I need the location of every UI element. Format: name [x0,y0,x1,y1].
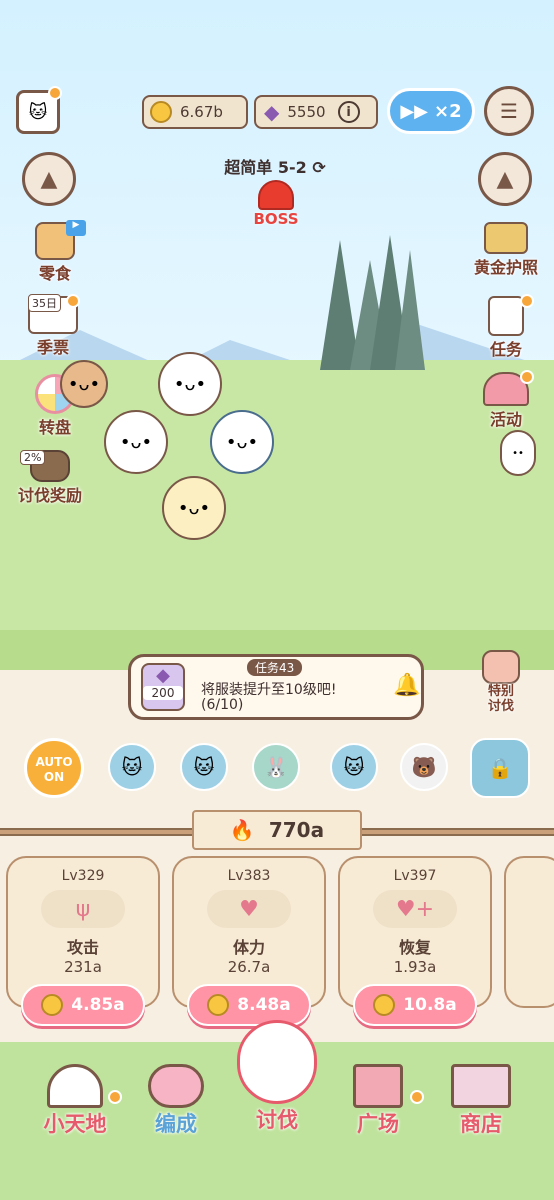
menu-button[interactable]: ☰ [484,86,534,136]
list-icon: ☰ [500,99,518,123]
raid-character-icon [237,1020,317,1104]
notification-dot [108,1090,122,1104]
attack-card: Lv329 ψ 攻击 231a 4.85a [6,856,160,1026]
claw-icon [482,650,520,684]
nav-raid[interactable]: 讨伐 [222,1020,332,1134]
claw-icon: ψ [41,890,125,928]
notification-dot [410,1090,424,1104]
gold-passport-button[interactable]: 黄金护照 [466,222,546,278]
notification-dot [520,370,534,384]
coin-icon [41,994,64,1016]
nav-plaza[interactable]: 广场 [338,1064,418,1138]
character-brown: •ᴗ• [60,360,108,408]
notification-dot [66,294,80,308]
character-white-fluffy: •ᴗ• [104,410,168,474]
nav-team[interactable]: 编成 [136,1064,216,1138]
skill-slot-3[interactable]: 🐰 [252,743,300,791]
gem-icon: ◆ [156,665,170,686]
health-card: Lv383 ♥ 体力 26.7a 8.48a [172,856,326,1026]
skill-slot-1[interactable]: 🐱 [108,743,156,791]
mission-text: 将服装提升至10级吧! [201,682,337,698]
cat-avatar-icon: 🐱 [28,101,48,123]
locked-skill-slot[interactable]: 🔒 [470,738,530,798]
triangle-up-icon: ▲ [496,166,514,192]
coin-icon [207,994,230,1016]
boss-button[interactable]: BOSS [246,180,306,232]
character-hachiware: •ᴗ• [210,410,274,474]
raid-reward-badge: 2% [20,450,46,465]
notification-dot [520,294,534,308]
info-icon[interactable]: i [337,101,360,123]
alarm-light-icon [258,180,294,210]
scroll-up-left-button[interactable]: ▲ [22,152,76,206]
recovery-upgrade-button[interactable]: 10.8a [353,984,477,1026]
power-display: 🔥 770a [192,810,362,850]
notification-dot [48,86,62,100]
hachiware-skill-icon: 🐱 [121,755,143,779]
nav-shop[interactable]: 商店 [436,1064,526,1138]
skill-slot-5[interactable]: 🐻 [400,743,448,791]
cat-skill-icon: 🐱 [193,755,215,779]
characters-icon [148,1064,204,1108]
recovery-card: Lv397 ♥+ 恢复 1.93a 10.8a [338,856,492,1026]
character-skill-icon: 🐻 [411,755,437,779]
mission-title: 任务43 [247,659,303,676]
cat-skill-icon: 🐱 [343,755,365,779]
stage-label: 超简单 5-2 ⟳ [224,158,326,177]
skill-slot-2[interactable]: 🐱 [180,743,228,791]
coin-icon [373,994,396,1016]
attack-upgrade-button[interactable]: 4.85a [21,984,145,1026]
fast-forward-icon: ▶▶ [400,100,429,122]
mission-progress: (6/10) [201,697,244,713]
coin-icon [150,101,172,123]
special-raid-button[interactable]: 特别 讨伐 [468,650,534,714]
heart-plus-icon: ♥+ [373,890,457,928]
season-pass-badge: 35日 [28,294,61,312]
gold-ticket-icon [484,222,528,254]
character-usagi: •ᴗ• [162,476,226,540]
flame-icon: 🔥 [229,818,255,842]
skill-slot-4[interactable]: 🐱 [330,743,378,791]
enemy-small: •• [500,430,536,476]
video-ad-icon: ▶ [66,220,86,236]
nav-home[interactable]: 小天地 [30,1064,120,1138]
speed-button[interactable]: ▶▶ ×2 [387,88,475,134]
refresh-icon[interactable]: ⟳ [312,158,325,177]
checklist-icon [488,296,524,336]
gem-icon: ◆ [264,100,280,124]
triangle-up-icon: ▲ [40,166,58,192]
character-white-bear: •ᴗ• [158,352,222,416]
scroll-up-right-button[interactable]: ▲ [478,152,532,206]
house-icon [47,1064,103,1108]
trees [300,230,430,370]
extra-card-partial [504,856,554,1008]
auto-toggle[interactable]: AUTO ON [24,738,84,798]
heart-icon: ♥ [207,890,291,928]
bell-icon: 🔔 [393,673,421,698]
lock-icon: 🔒 [487,756,513,780]
shop-stall-icon [451,1064,511,1108]
coin-counter: 6.67b [142,95,248,129]
signpost-icon [353,1064,403,1108]
mission-panel[interactable]: ◆ 200 任务43 将服装提升至10级吧! (6/10) 🔔 [128,654,424,720]
mission-reward: ◆ 200 [141,663,185,711]
gem-counter: ◆ 5550 i [254,95,378,129]
rabbit-skill-icon: 🐰 [263,755,289,779]
